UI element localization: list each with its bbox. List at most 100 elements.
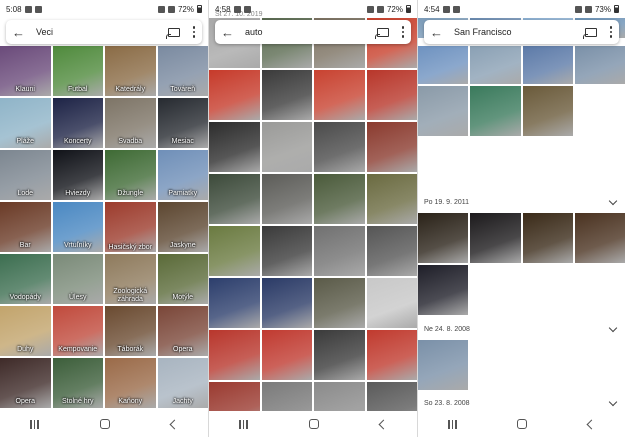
photo-thumbnail[interactable] bbox=[261, 278, 312, 328]
photo-thumbnail[interactable] bbox=[418, 265, 469, 315]
category-tile[interactable]: Stolné hry bbox=[52, 358, 103, 408]
category-tile[interactable]: Továreň bbox=[157, 46, 208, 96]
photo-thumbnail[interactable] bbox=[418, 46, 469, 84]
photo-thumbnail[interactable] bbox=[470, 213, 521, 263]
photo-thumbnail[interactable] bbox=[261, 330, 312, 380]
category-tile[interactable]: Jachty bbox=[157, 358, 208, 408]
chevron-down-icon[interactable] bbox=[608, 397, 618, 406]
photo-thumbnail[interactable] bbox=[366, 174, 417, 224]
photo-thumbnail[interactable] bbox=[470, 86, 521, 136]
photo-thumbnail[interactable] bbox=[314, 122, 365, 172]
date-section-header[interactable]: So 23. 8. 2008 bbox=[418, 395, 625, 411]
chevron-down-icon[interactable] bbox=[608, 323, 618, 332]
home-icon[interactable] bbox=[99, 419, 110, 429]
photo-thumbnail[interactable] bbox=[314, 70, 365, 120]
back-arrow-icon[interactable]: ← bbox=[12, 26, 30, 39]
category-tile[interactable]: Motýle bbox=[157, 254, 208, 304]
photo-thumbnail[interactable] bbox=[418, 213, 469, 263]
back-icon[interactable] bbox=[378, 419, 389, 429]
photo-thumbnail[interactable] bbox=[522, 86, 573, 136]
photo-thumbnail[interactable] bbox=[470, 46, 521, 84]
wifi-icon bbox=[574, 5, 582, 13]
recent-apps-icon[interactable] bbox=[30, 419, 39, 429]
category-tile[interactable]: Zoologická záhrada bbox=[105, 254, 156, 304]
search-query[interactable]: San Francisco bbox=[454, 27, 585, 37]
chevron-down-icon[interactable] bbox=[608, 196, 618, 205]
photo-thumbnail[interactable] bbox=[209, 122, 260, 172]
category-tile[interactable]: Džungle bbox=[105, 150, 156, 200]
category-tile[interactable]: Svadba bbox=[105, 98, 156, 148]
photo-thumbnail[interactable] bbox=[261, 70, 312, 120]
home-icon[interactable] bbox=[308, 419, 319, 429]
search-bar[interactable]: ← Veci bbox=[6, 20, 202, 44]
photo-thumbnail[interactable] bbox=[522, 213, 573, 263]
back-arrow-icon[interactable]: ← bbox=[430, 26, 448, 39]
battery-percent: 73% bbox=[594, 4, 611, 14]
photo-thumbnail[interactable] bbox=[209, 226, 260, 276]
category-tile[interactable]: Kaňony bbox=[105, 358, 156, 408]
photo-thumbnail[interactable] bbox=[261, 122, 312, 172]
date-section-header[interactable]: Po 19. 9. 2011 bbox=[418, 194, 625, 210]
photo-thumbnail[interactable] bbox=[574, 213, 625, 263]
photo-thumbnail[interactable] bbox=[261, 174, 312, 224]
search-bar[interactable]: ← San Francisco bbox=[424, 20, 619, 44]
home-icon[interactable] bbox=[517, 419, 528, 429]
more-options-icon[interactable] bbox=[609, 26, 613, 38]
category-tile[interactable]: Katedrály bbox=[105, 46, 156, 96]
photo-thumbnail[interactable] bbox=[314, 278, 365, 328]
category-tile[interactable]: Táborák bbox=[105, 306, 156, 356]
photo-thumbnail[interactable] bbox=[209, 174, 260, 224]
battery-icon bbox=[197, 5, 202, 13]
photo-thumbnail[interactable] bbox=[314, 174, 365, 224]
category-tile[interactable]: Opera bbox=[157, 306, 208, 356]
photo-thumbnail[interactable] bbox=[314, 330, 365, 380]
category-tile[interactable]: Hviezdy bbox=[52, 150, 103, 200]
back-icon[interactable] bbox=[586, 419, 597, 429]
category-tile[interactable]: Pamiatky bbox=[157, 150, 208, 200]
more-options-icon[interactable] bbox=[192, 26, 196, 38]
photo-thumbnail[interactable] bbox=[366, 278, 417, 328]
photo-thumbnail[interactable] bbox=[261, 226, 312, 276]
battery-percent: 72% bbox=[386, 4, 403, 14]
category-tile[interactable]: Duhy bbox=[0, 306, 51, 356]
category-tile[interactable]: Pláže bbox=[0, 98, 51, 148]
search-query[interactable]: Veci bbox=[36, 27, 168, 37]
date-section-header[interactable]: Ne 24. 8. 2008 bbox=[418, 321, 625, 337]
photo-thumbnail[interactable] bbox=[418, 86, 469, 136]
search-query[interactable]: auto bbox=[245, 27, 377, 37]
recent-apps-icon[interactable] bbox=[448, 419, 457, 429]
category-tile[interactable]: Futbal bbox=[52, 46, 103, 96]
category-tile[interactable]: Vodopády bbox=[0, 254, 51, 304]
photo-thumbnail[interactable] bbox=[366, 122, 417, 172]
photo-thumbnail[interactable] bbox=[366, 226, 417, 276]
cast-icon[interactable] bbox=[583, 27, 597, 39]
back-icon[interactable] bbox=[169, 419, 180, 429]
photo-thumbnail[interactable] bbox=[574, 46, 625, 84]
search-bar[interactable]: ← auto bbox=[215, 20, 411, 44]
photo-thumbnail[interactable] bbox=[209, 330, 260, 380]
photo-thumbnail[interactable] bbox=[209, 278, 260, 328]
cast-icon[interactable] bbox=[375, 27, 389, 39]
photo-thumbnail[interactable] bbox=[209, 70, 260, 120]
photo-thumbnail[interactable] bbox=[418, 340, 469, 390]
photo-thumbnail[interactable] bbox=[366, 70, 417, 120]
category-tile[interactable]: Lode bbox=[0, 150, 51, 200]
photo-thumbnail[interactable] bbox=[522, 46, 573, 84]
category-tile[interactable]: Hasičský zbor bbox=[105, 202, 156, 252]
category-tile[interactable]: Úlesy bbox=[52, 254, 103, 304]
category-tile[interactable]: Jaskyne bbox=[157, 202, 208, 252]
more-options-icon[interactable] bbox=[401, 26, 405, 38]
category-tile[interactable]: Vrtuľníky bbox=[52, 202, 103, 252]
tile-label: Zoologická záhrada bbox=[113, 288, 148, 303]
category-tile[interactable]: Kempovanie bbox=[52, 306, 103, 356]
category-tile[interactable]: Opera bbox=[0, 358, 51, 408]
category-tile[interactable]: Bar bbox=[0, 202, 51, 252]
category-tile[interactable]: Klauni bbox=[0, 46, 51, 96]
category-tile[interactable]: Mesiac bbox=[157, 98, 208, 148]
photo-thumbnail[interactable] bbox=[314, 226, 365, 276]
category-tile[interactable]: Koncerty bbox=[52, 98, 103, 148]
photo-thumbnail[interactable] bbox=[366, 330, 417, 380]
back-arrow-icon[interactable]: ← bbox=[221, 26, 239, 39]
recent-apps-icon[interactable] bbox=[239, 419, 248, 429]
cast-icon[interactable] bbox=[166, 27, 180, 39]
